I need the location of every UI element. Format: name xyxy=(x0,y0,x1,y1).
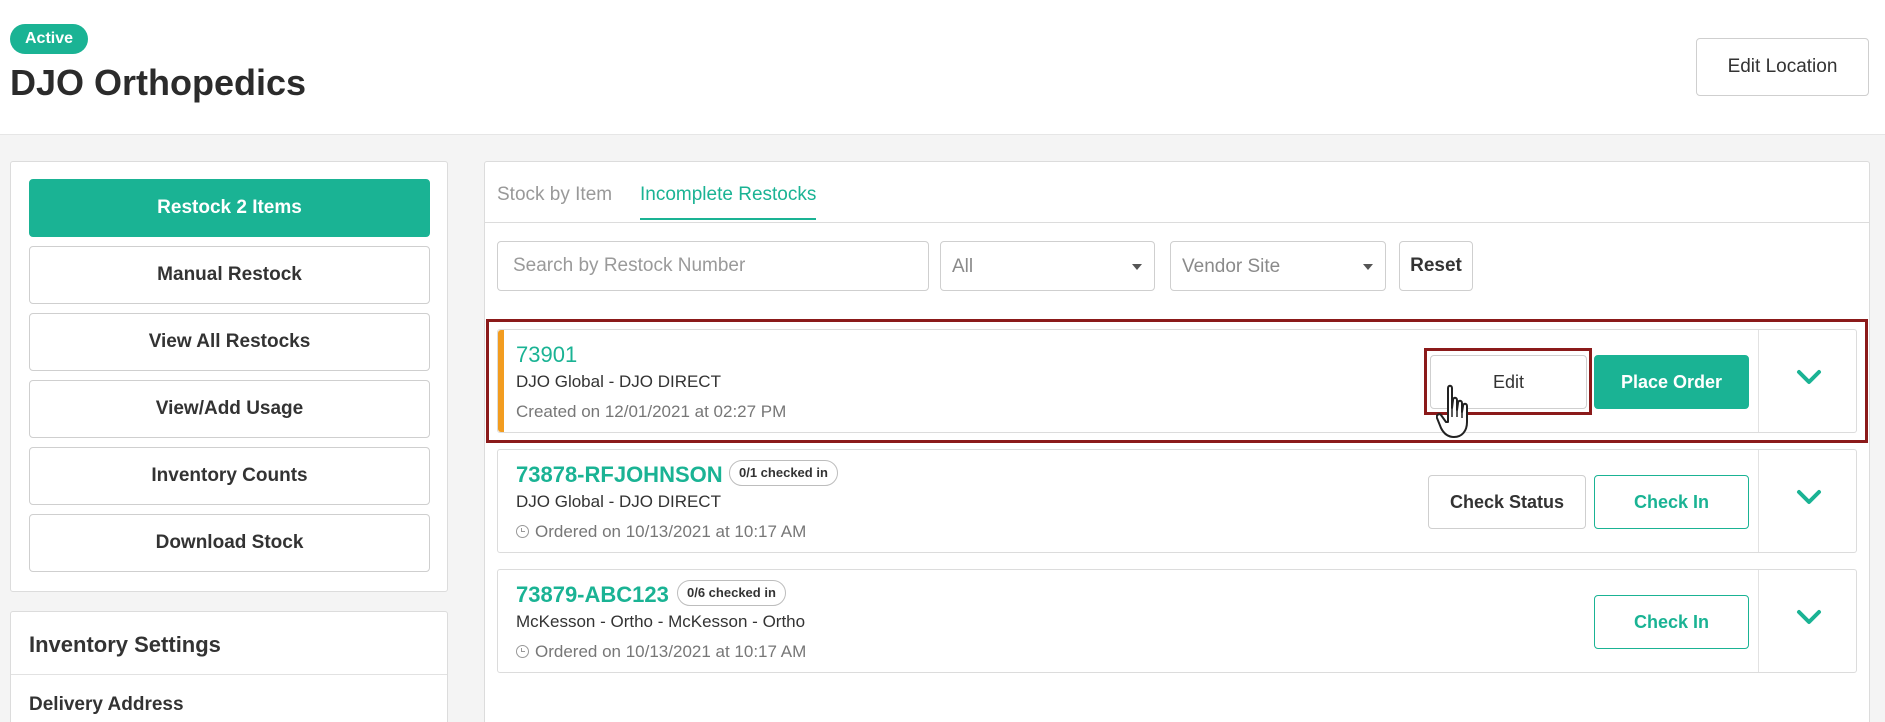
hand-cursor-icon xyxy=(1436,384,1468,438)
restocks-panel: Stock by Item Incomplete Restocks All Ve… xyxy=(484,161,1870,722)
restock-number-link[interactable]: 73879-ABC123 xyxy=(516,582,669,608)
tabs-bar: Stock by Item Incomplete Restocks xyxy=(485,162,1869,223)
actions-panel: Restock 2 Items Manual Restock View All … xyxy=(10,161,448,592)
restock-ordered-date: Ordered on 10/13/2021 at 10:17 AM xyxy=(516,522,806,542)
restock-card: 73878-RFJOHNSON 0/1 checked in DJO Globa… xyxy=(497,449,1857,553)
place-order-button[interactable]: Place Order xyxy=(1594,355,1749,409)
clock-icon xyxy=(516,525,529,538)
divider xyxy=(1758,570,1759,672)
divider xyxy=(1758,450,1759,552)
delivery-address-link[interactable]: Delivery Address xyxy=(29,694,184,716)
restock-created-date: Created on 12/01/2021 at 02:27 PM xyxy=(516,402,787,421)
inventory-counts-button[interactable]: Inventory Counts xyxy=(29,447,430,505)
check-status-button[interactable]: Check Status xyxy=(1428,475,1586,529)
clock-icon xyxy=(516,645,529,658)
status-badge: Active xyxy=(10,24,89,54)
checked-in-badge: 0/6 checked in xyxy=(677,580,786,606)
restock-card: 73879-ABC123 0/6 checked in McKesson - O… xyxy=(497,569,1857,673)
tab-stock-by-item[interactable]: Stock by Item xyxy=(497,184,612,218)
restock-vendor: DJO Global - DJO DIRECT xyxy=(516,372,721,391)
vendor-site-select[interactable]: Vendor Site xyxy=(1170,241,1386,291)
restock-items-button[interactable]: Restock 2 Items xyxy=(29,179,430,237)
restock-number-link[interactable]: 73878-RFJOHNSON xyxy=(516,462,723,488)
inventory-settings-panel: Inventory Settings Delivery Address xyxy=(10,611,448,722)
restock-vendor: DJO Global - DJO DIRECT xyxy=(516,492,721,511)
status-select-value: All xyxy=(952,256,974,277)
check-in-button[interactable]: Check In xyxy=(1594,475,1749,529)
restock-number-link[interactable]: 73901 xyxy=(516,342,577,368)
checked-in-badge: 0/1 checked in xyxy=(729,460,838,486)
view-add-usage-button[interactable]: View/Add Usage xyxy=(29,380,430,438)
page-title: DJO Orthopedics xyxy=(10,62,307,103)
chevron-down-icon[interactable] xyxy=(1796,608,1822,626)
restock-ordered-date: Ordered on 10/13/2021 at 10:17 AM xyxy=(516,642,806,662)
page-header: Active DJO Orthopedics Edit Location xyxy=(0,0,1885,135)
tab-incomplete-restocks[interactable]: Incomplete Restocks xyxy=(640,184,817,220)
caret-down-icon xyxy=(1132,264,1142,270)
settings-title: Inventory Settings xyxy=(29,632,221,657)
download-stock-button[interactable]: Download Stock xyxy=(29,514,430,572)
status-select[interactable]: All xyxy=(940,241,1155,291)
reset-button[interactable]: Reset xyxy=(1399,241,1473,291)
chevron-down-icon[interactable] xyxy=(1796,368,1822,386)
vendor-site-placeholder: Vendor Site xyxy=(1182,256,1281,277)
search-input[interactable] xyxy=(497,241,929,291)
edit-location-button[interactable]: Edit Location xyxy=(1696,38,1869,96)
view-all-restocks-button[interactable]: View All Restocks xyxy=(29,313,430,371)
restock-vendor: McKesson - Ortho - McKesson - Ortho xyxy=(516,612,806,631)
divider xyxy=(11,674,447,675)
chevron-down-icon[interactable] xyxy=(1796,488,1822,506)
manual-restock-button[interactable]: Manual Restock xyxy=(29,246,430,304)
pending-stripe xyxy=(498,330,504,432)
check-in-button[interactable]: Check In xyxy=(1594,595,1749,649)
divider xyxy=(1758,330,1759,432)
caret-down-icon xyxy=(1363,264,1373,270)
restock-card: 73901 DJO Global - DJO DIRECT Created on… xyxy=(497,329,1857,433)
